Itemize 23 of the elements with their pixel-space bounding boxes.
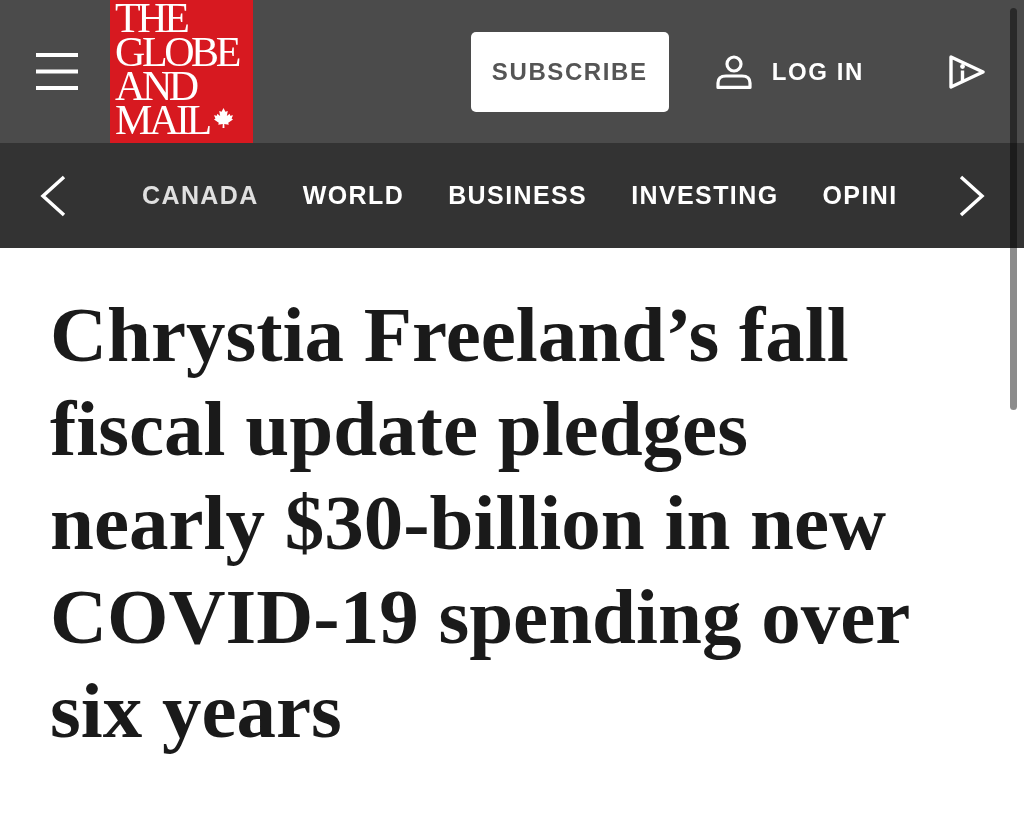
logo-wordmark-line: GLOBE xyxy=(115,35,238,69)
maple-leaf-icon xyxy=(213,108,233,128)
play-triangle-icon xyxy=(948,54,985,89)
login-button[interactable]: LOG IN xyxy=(715,54,864,89)
chevron-right-icon xyxy=(959,174,985,217)
logo[interactable]: THE GLOBE AND MAIL xyxy=(110,0,253,143)
scroll-left-button[interactable] xyxy=(40,174,66,217)
nav-link[interactable]: INVESTING xyxy=(631,181,779,210)
person-icon xyxy=(715,54,752,89)
video-button[interactable] xyxy=(948,54,985,89)
nav-link[interactable]: CANADA xyxy=(142,181,259,210)
logo-wordmark-line: THE xyxy=(115,1,187,35)
logo-wordmark-line: AND xyxy=(115,69,196,103)
chevron-left-icon xyxy=(40,174,66,217)
subscribe-button[interactable]: SUBSCRIBE xyxy=(470,31,669,112)
menu-button[interactable] xyxy=(36,53,78,90)
nav-link[interactable]: OPINI xyxy=(822,181,898,210)
menu-icon xyxy=(36,53,78,90)
logo-wordmark-line: MAIL xyxy=(115,103,209,137)
nav-link[interactable]: BUSINESS xyxy=(448,181,588,210)
headline: Chrystia Freeland’s fall fiscal update pledges nearly $30-billion in new COVID-19 spending over six years xyxy=(49,290,910,756)
scroll-right-button[interactable] xyxy=(959,174,985,217)
nav-link[interactable]: WORLD xyxy=(302,181,405,210)
